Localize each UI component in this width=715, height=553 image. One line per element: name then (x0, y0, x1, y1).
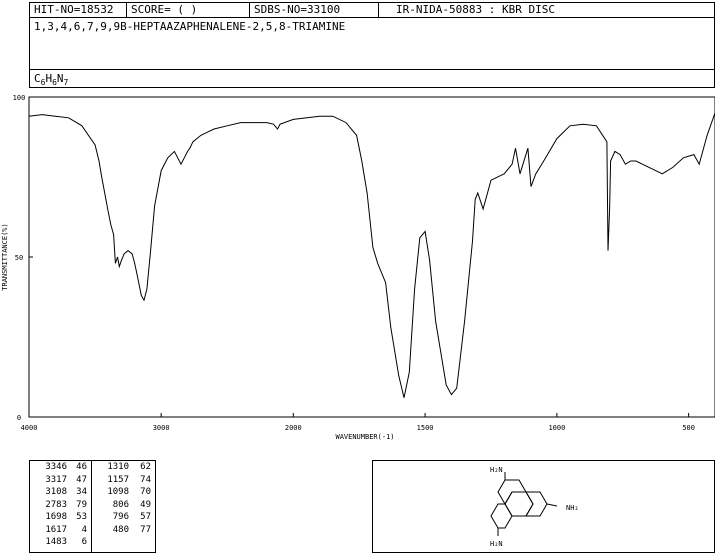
y-tick-label: 50 (15, 254, 23, 262)
peak-table-cell: 1157 (107, 474, 129, 485)
peak-table-cell: 74 (140, 474, 151, 485)
peak-table-cell: 1310 (107, 462, 129, 472)
peak-table-cell: 1098 (107, 487, 129, 497)
y-tick-label: 0 (17, 414, 21, 422)
peak-table-row: 1698 53 796 57 (29, 512, 156, 525)
peak-table-cell: 6 (81, 537, 87, 547)
peak-table-cell: 806 (112, 499, 129, 510)
peak-table: 3346 46 1310 62 3317 47 1157 74 3108 34 1098 70 2783… (29, 462, 156, 550)
peak-table-cell: 480 (112, 524, 129, 535)
x-axis-label: WAVENUMBER(-1) (335, 433, 394, 441)
peak-table-cell: 49 (140, 499, 151, 510)
x-tick-label: 500 (682, 424, 695, 432)
y-tick-label: 100 (13, 94, 26, 102)
peak-table-row: 3317 47 1157 74 (29, 475, 156, 488)
peak-table-row: 1617 4 480 77 (29, 525, 156, 538)
x-tick-label: 4000 (21, 424, 38, 432)
peak-table-cell: 34 (76, 487, 87, 497)
peak-table-cell: 53 (76, 512, 87, 522)
peak-table-cell: 3346 (45, 462, 67, 472)
peak-table-cell: 2783 (45, 499, 67, 510)
peak-table-row: 3108 34 1098 70 (29, 487, 156, 500)
peak-table-cell: 79 (76, 499, 87, 510)
peak-table-cell: 1617 (45, 524, 67, 535)
spectrum-line (28, 112, 715, 398)
peak-table-row: 2783 79 806 49 (29, 500, 156, 513)
peak-table-cell: 4 (81, 524, 87, 535)
x-tick-label: 1500 (417, 424, 434, 432)
x-tick-label: 2000 (285, 424, 302, 432)
peak-table-cell: 3317 (45, 474, 67, 485)
plot-frame (28, 96, 715, 418)
y-axis-ticks: 100 50 0 (13, 94, 33, 422)
peak-table-cell: 3108 (45, 487, 67, 497)
x-axis-ticks: 4000 3000 2000 1500 1000 500 (21, 413, 695, 432)
peak-table-cell: 796 (112, 512, 129, 522)
peak-table-cell: 46 (76, 462, 87, 472)
peak-table-row: 1483 6 (29, 537, 156, 550)
peak-table-row: 3346 46 1310 62 (29, 462, 156, 475)
x-tick-label: 1000 (548, 424, 565, 432)
peak-table-cell: 62 (140, 462, 151, 472)
structure-box (372, 460, 715, 553)
peak-table-cell: 77 (140, 524, 151, 535)
peak-table-cell: 70 (140, 487, 151, 497)
y-axis-label: TRANSMITTANCE(%) (1, 223, 9, 290)
peak-table-cell: 1698 (45, 512, 67, 522)
peak-table-cell: 1483 (45, 537, 67, 547)
peak-table-cell: 47 (76, 474, 87, 485)
x-tick-label: 3000 (153, 424, 170, 432)
peak-table-cell: 57 (140, 512, 151, 522)
